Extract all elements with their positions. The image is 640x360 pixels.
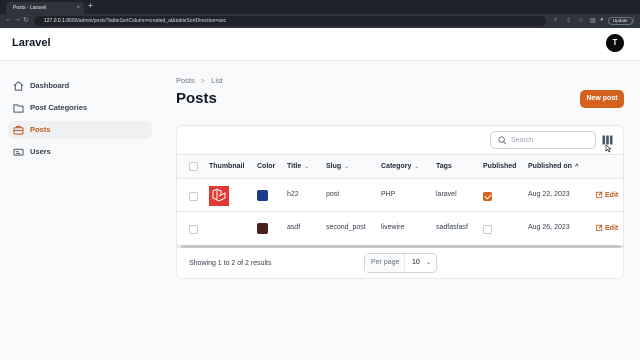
url-path: :8000/admin/posts?tableSortColumn=create… [64,18,227,24]
browser-menu-icon[interactable]: ⋮ [630,16,637,24]
column-thumbnail: Thumbnail [209,163,245,170]
forward-icon[interactable]: → [14,16,21,23]
sidebar-toggle-icon[interactable]: ▥ [590,17,596,24]
breadcrumb: Posts > List [176,76,223,85]
browser-tab-bar: Posts - Laravel × + [0,0,640,14]
chevron-up-icon: ^ [574,164,579,170]
chevron-down-icon: ⌄ [414,164,420,170]
page-title: Posts [176,90,217,107]
folder-icon [13,104,24,113]
sidebar-item-label: Post Categories [30,103,88,112]
horizontal-scrollbar[interactable] [177,245,623,248]
table-row[interactable]: asdf second_post livewire sadfasfasf Aug… [177,212,623,245]
per-page-value: 10 [412,259,420,266]
user-avatar[interactable]: T [606,34,624,52]
id-card-icon [13,148,24,156]
published-checkbox[interactable] [483,192,492,201]
close-tab-icon[interactable]: × [76,2,80,14]
select-all-checkbox[interactable] [189,162,198,171]
cell-slug: post [326,191,340,198]
sidebar-item-label: Users [30,147,51,156]
pagination-summary: Showing 1 to 2 of 2 results [189,260,272,267]
url-host: 127.0.0.1 [44,18,65,24]
sidebar-item-post-categories[interactable]: Post Categories [8,99,152,117]
cell-slug: second_post [326,224,366,231]
sidebar-item-label: Dashboard [30,81,70,90]
browser-tab[interactable]: Posts - Laravel × [6,2,84,14]
table-row[interactable]: h22 post PHP laravel Aug 22, 2023 Edit [177,179,623,212]
briefcase-icon [13,125,24,135]
column-color: Color [257,163,276,170]
zoom-icon[interactable]: ⌕ [554,17,557,24]
edit-label: Edit [605,225,619,232]
column-title-label: Title [287,163,302,170]
new-tab-icon[interactable]: + [88,1,93,10]
chevron-down-icon: ⌄ [304,164,310,170]
chevron-down-icon: ⌄ [344,164,350,170]
post-thumbnail [209,186,229,206]
search-box[interactable] [490,131,596,149]
reload-icon[interactable]: ↻ [23,16,29,24]
edit-button[interactable]: Edit [596,224,618,232]
column-published-on-label: Published on [528,163,572,170]
table-header: Thumbnail Color Title ⌄ Slug ⌄ Category ⌄ T… [177,154,623,179]
url-field[interactable]: 127.0.0.1:8000/admin/posts?tableSortColu… [34,16,546,26]
sidebar-item-dashboard[interactable]: Dashboard [8,77,152,95]
posts-table-card: Thumbnail Color Title⌄ Slug⌄ Category⌄ T… [176,125,624,279]
cell-published-on: Aug 22, 2023 [528,191,570,198]
cell-title: h22 [287,191,299,198]
cell-title: asdf [287,224,301,231]
breadcrumb-list: List [211,76,223,85]
cell-tags: sadfasfasf [436,224,468,231]
search-icon [498,136,507,145]
mouse-cursor-icon [605,144,612,153]
new-post-button[interactable]: New post [580,90,624,108]
row-checkbox[interactable] [189,192,198,201]
published-checkbox[interactable] [483,225,492,234]
share-icon[interactable]: ⇪ [566,17,571,24]
laravel-logo-icon [212,188,226,202]
column-published-on[interactable]: Published on ^ [528,163,578,170]
edit-button[interactable]: Edit [596,191,618,199]
cell-tags: laravel [436,191,457,198]
app-header: Laravel T [0,28,640,61]
profile-icon[interactable]: ● [600,17,604,23]
sidebar-item-posts[interactable]: Posts [8,121,152,139]
breadcrumb-separator: > [200,76,206,85]
browser-update-button[interactable]: Update [608,17,633,25]
chevron-down-icon: ⌄ [426,260,432,266]
cell-category: livewire [381,224,405,231]
browser-address-bar: ← → ↻ 127.0.0.1:8000/admin/posts?tableSo… [0,14,640,28]
cell-published-on: Aug 26, 2023 [528,224,570,231]
column-category-label: Category [381,163,412,170]
pencil-icon [596,191,603,198]
column-tags: Tags [436,163,452,170]
column-published: Published [483,163,517,170]
row-checkbox[interactable] [189,225,198,234]
search-input[interactable] [511,135,591,146]
per-page-select[interactable]: Per page 10 ⌄ [364,253,437,273]
column-category[interactable]: Category ⌄ [381,163,419,170]
sidebar-item-users[interactable]: Users [8,143,152,161]
brand-logo[interactable]: Laravel [12,37,51,49]
sidebar-item-label: Posts [30,125,51,134]
column-title[interactable]: Title ⌄ [287,163,309,170]
home-icon [13,81,24,91]
color-swatch [257,223,268,234]
scrollbar-thumb[interactable] [181,245,621,248]
column-slug-label: Slug [326,163,342,170]
edit-label: Edit [605,192,619,199]
bookmark-icon[interactable]: ☆ [578,17,583,24]
color-swatch [257,190,268,201]
breadcrumb-posts[interactable]: Posts [176,76,195,85]
browser-tab-title: Posts - Laravel [13,5,47,11]
per-page-label: Per page [365,254,405,272]
cell-category: PHP [381,191,396,198]
back-icon[interactable]: ← [5,16,12,23]
pencil-icon [596,224,603,231]
column-slug[interactable]: Slug ⌄ [326,163,349,170]
